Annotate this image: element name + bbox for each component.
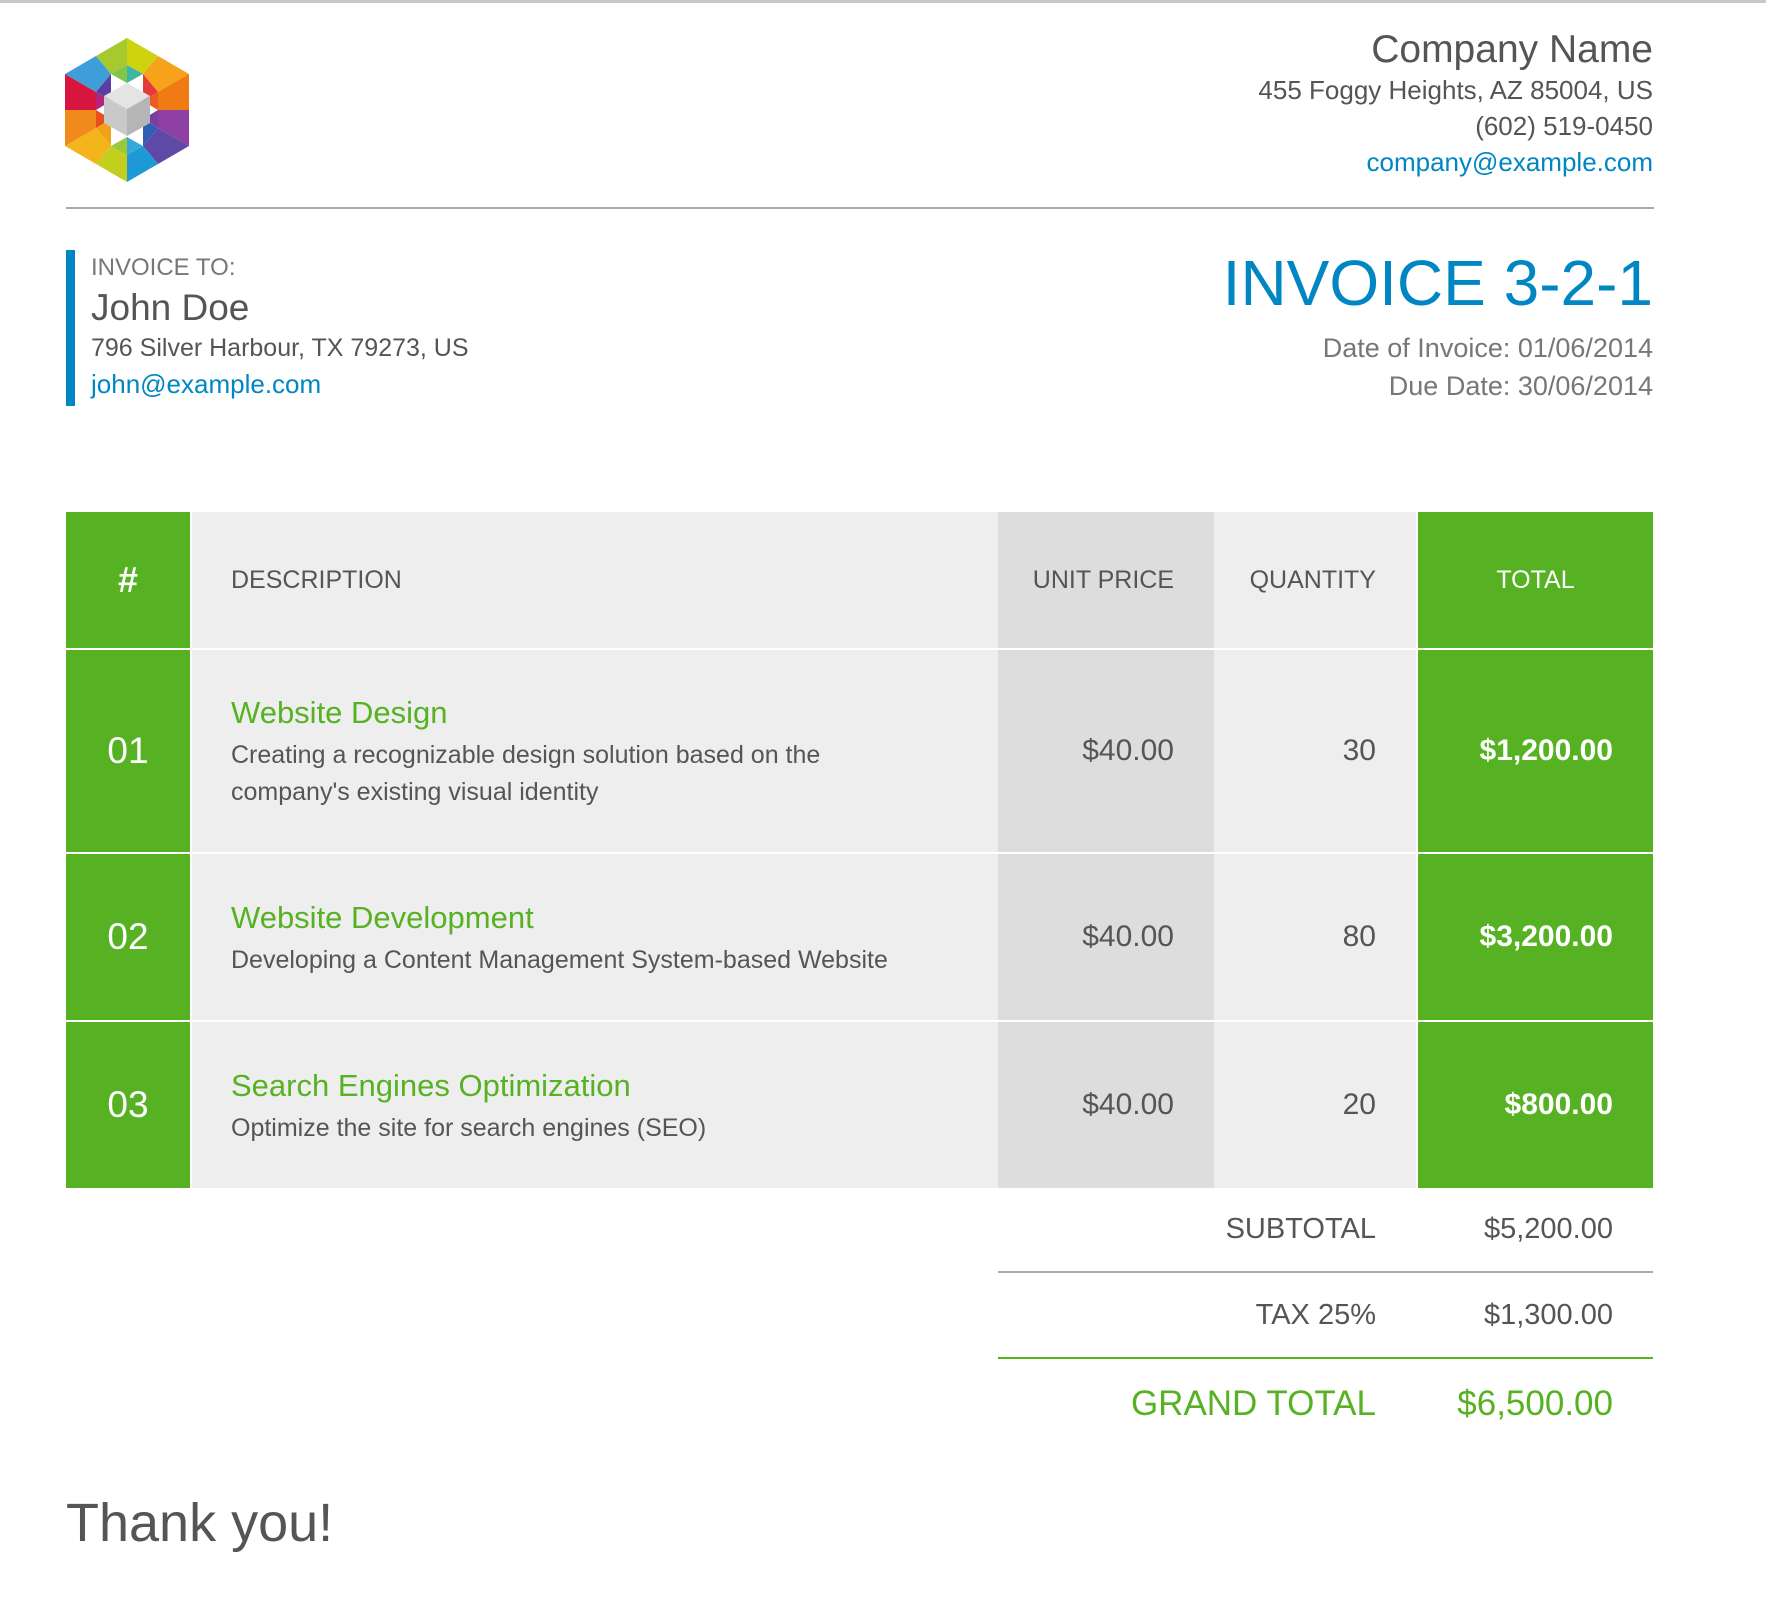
item-unit-price: $40.00 bbox=[998, 650, 1214, 852]
company-name: Company Name bbox=[1371, 28, 1653, 71]
header-description: DESCRIPTION bbox=[192, 512, 998, 648]
item-total: $800.00 bbox=[1416, 1022, 1653, 1188]
table-row: 01 Website Design Creating a recognizabl… bbox=[66, 650, 1653, 854]
item-description: Creating a recognizable design solution … bbox=[231, 741, 821, 806]
company-logo-icon bbox=[65, 38, 189, 182]
item-quantity: 20 bbox=[1214, 1022, 1416, 1188]
header-quantity: QUANTITY bbox=[1214, 512, 1416, 648]
item-quantity: 80 bbox=[1214, 854, 1416, 1020]
table-row: 02 Website Development Developing a Cont… bbox=[66, 854, 1653, 1022]
tax-label: TAX 25% bbox=[1255, 1298, 1376, 1331]
item-title: Website Design bbox=[231, 695, 448, 730]
client-address: 796 Silver Harbour, TX 79273, US bbox=[91, 334, 469, 362]
company-phone: (602) 519-0450 bbox=[1475, 111, 1653, 141]
header-number: # bbox=[66, 512, 192, 648]
item-unit-price: $40.00 bbox=[998, 854, 1214, 1020]
table-row: 03 Search Engines Optimization Optimize … bbox=[66, 1022, 1653, 1188]
header-total: TOTAL bbox=[1416, 512, 1653, 648]
client-info: INVOICE TO: John Doe 796 Silver Harbour,… bbox=[66, 250, 469, 406]
item-number: 02 bbox=[66, 854, 192, 1020]
thank-you-message: Thank you! bbox=[66, 1493, 334, 1553]
subtotal-row: SUBTOTAL $5,200.00 bbox=[998, 1187, 1653, 1273]
invoice-title: INVOICE 3-2-1 bbox=[1222, 247, 1653, 319]
invoice-info: INVOICE 3-2-1 Date of Invoice: 01/06/201… bbox=[1223, 245, 1653, 405]
subtotal-label: SUBTOTAL bbox=[1225, 1212, 1376, 1245]
invoice-to-label: INVOICE TO: bbox=[91, 254, 236, 281]
subtotal-value: $5,200.00 bbox=[1483, 1212, 1613, 1245]
header-divider bbox=[66, 207, 1654, 209]
grand-total-value: $6,500.00 bbox=[1457, 1384, 1613, 1423]
tax-row: TAX 25% $1,300.00 bbox=[998, 1273, 1653, 1359]
item-total: $1,200.00 bbox=[1416, 650, 1653, 852]
item-description-cell: Website Design Creating a recognizable d… bbox=[192, 650, 998, 852]
item-description: Developing a Content Management System-b… bbox=[231, 945, 888, 974]
invoice-due-date: Due Date: 30/06/2014 bbox=[1388, 371, 1653, 401]
header-unit-price: UNIT PRICE bbox=[998, 512, 1214, 648]
table-header-row: # DESCRIPTION UNIT PRICE QUANTITY TOTAL bbox=[66, 512, 1653, 650]
company-email-link[interactable]: company@example.com bbox=[1258, 144, 1653, 180]
top-divider bbox=[0, 0, 1766, 3]
item-total: $3,200.00 bbox=[1416, 854, 1653, 1020]
item-quantity: 30 bbox=[1214, 650, 1416, 852]
item-description: Optimize the site for search engines (SE… bbox=[231, 1113, 707, 1142]
company-info: Company Name 455 Foggy Heights, AZ 85004… bbox=[1258, 28, 1653, 180]
invoice-totals: SUBTOTAL $5,200.00 TAX 25% $1,300.00 GRA… bbox=[998, 1187, 1653, 1449]
item-description-cell: Search Engines Optimization Optimize the… bbox=[192, 1022, 998, 1188]
grand-total-row: GRAND TOTAL $6,500.00 bbox=[998, 1359, 1653, 1449]
item-description-cell: Website Development Developing a Content… bbox=[192, 854, 998, 1020]
client-email-link[interactable]: john@example.com bbox=[91, 366, 469, 402]
client-name: John Doe bbox=[91, 287, 250, 328]
item-title: Search Engines Optimization bbox=[231, 1067, 631, 1103]
grand-total-label: GRAND TOTAL bbox=[1130, 1384, 1376, 1423]
item-unit-price: $40.00 bbox=[998, 1022, 1214, 1188]
invoice-items-table: # DESCRIPTION UNIT PRICE QUANTITY TOTAL … bbox=[66, 512, 1653, 1188]
tax-value: $1,300.00 bbox=[1483, 1298, 1613, 1331]
item-title: Website Development bbox=[231, 899, 534, 935]
invoice-date: Date of Invoice: 01/06/2014 bbox=[1322, 333, 1653, 363]
item-number: 03 bbox=[66, 1022, 192, 1188]
company-address: 455 Foggy Heights, AZ 85004, US bbox=[1258, 75, 1653, 105]
item-number: 01 bbox=[66, 650, 192, 852]
